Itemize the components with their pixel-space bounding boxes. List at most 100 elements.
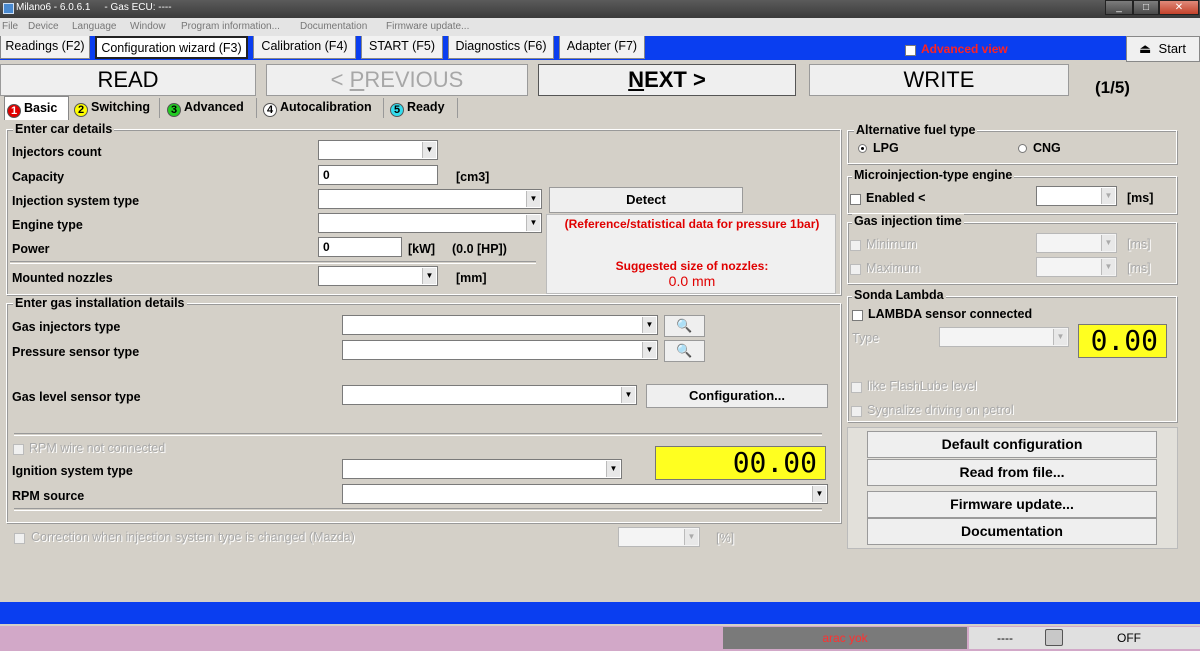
wizard-tab-switching[interactable]: 2 Switching: [72, 98, 160, 118]
tab-start[interactable]: START (F5): [361, 36, 443, 59]
signalize-petrol-checkbox[interactable]: [851, 404, 862, 418]
wizard-tab-advanced[interactable]: 3 Advanced: [165, 98, 257, 118]
rpm-wire-label: RPM wire not connected: [29, 441, 166, 455]
pressure-sensor-type-select[interactable]: ▼: [342, 340, 658, 360]
app-icon: [3, 3, 14, 14]
search-injectors-button[interactable]: 🔍: [664, 315, 705, 337]
configuration-button[interactable]: Configuration...: [646, 384, 828, 408]
minimize-button[interactable]: _: [1105, 0, 1133, 15]
tab-number-badge: 5: [390, 103, 404, 117]
next-button[interactable]: NEXT >: [538, 64, 796, 96]
menu-file[interactable]: File: [2, 21, 18, 32]
cng-radio[interactable]: CNG: [1018, 141, 1061, 155]
capacity-input[interactable]: 0: [318, 165, 438, 185]
advanced-view-checkbox[interactable]: [905, 43, 916, 57]
radio-selected-icon: [858, 144, 867, 154]
maximum-label: Maximum: [866, 261, 921, 275]
tab-readings[interactable]: Readings (F2): [0, 36, 90, 59]
close-button[interactable]: ✕: [1159, 0, 1199, 15]
previous-button[interactable]: < PREVIOUS: [266, 64, 528, 96]
previous-accel-key: P: [349, 67, 365, 92]
read-from-file-button[interactable]: Read from file...: [867, 459, 1157, 486]
minimum-checkbox[interactable]: [850, 238, 861, 252]
gas-injectors-type-select[interactable]: ▼: [342, 315, 658, 335]
menu-bar: File Device Language Window Program info…: [0, 18, 1200, 36]
injectors-count-label: Injectors count: [12, 145, 102, 159]
status-car: arac yok: [723, 627, 967, 649]
lambda-type-label: Type: [852, 331, 880, 345]
suggested-nozzles-label: Suggested size of nozzles:: [615, 259, 769, 273]
firmware-update-button[interactable]: Firmware update...: [867, 491, 1157, 518]
correction-checkbox[interactable]: [14, 531, 25, 545]
cng-label: CNG: [1033, 141, 1061, 155]
maximum-select[interactable]: ▼: [1036, 257, 1117, 277]
rpm-wire-checkbox[interactable]: [13, 442, 24, 456]
flashlube-checkbox[interactable]: [851, 380, 862, 394]
wizard-tab-basic[interactable]: 1 Basic: [4, 96, 69, 120]
documentation-button[interactable]: Documentation: [867, 518, 1157, 545]
eject-icon: ⏏: [1139, 41, 1152, 56]
chevron-down-icon: ▼: [642, 317, 656, 333]
maximum-checkbox[interactable]: [850, 262, 861, 276]
lambda-connected-checkbox[interactable]: [852, 308, 863, 322]
menu-window[interactable]: Window: [130, 21, 166, 32]
chevron-down-icon: ▼: [526, 215, 540, 231]
detect-button[interactable]: Detect: [549, 187, 743, 213]
gas-level-sensor-type-select[interactable]: ▼: [342, 385, 637, 405]
microinjection-select[interactable]: ▼: [1036, 186, 1117, 206]
chevron-down-icon: ▼: [684, 529, 698, 545]
injection-system-type-label: Injection system type: [12, 194, 140, 208]
minimum-select[interactable]: ▼: [1036, 233, 1117, 253]
car-details-title: Enter car details: [13, 122, 115, 136]
mounted-nozzles-select[interactable]: ▼: [318, 266, 438, 286]
ignition-system-type-select[interactable]: ▼: [342, 459, 622, 479]
correction-label: Correction when injection system type is…: [31, 530, 355, 544]
injectors-count-select[interactable]: ▼: [318, 140, 438, 160]
power-unit: [kW]: [408, 242, 436, 256]
lambda-type-select[interactable]: ▼: [939, 327, 1069, 347]
tab-adapter[interactable]: Adapter (F7): [559, 36, 645, 59]
microinjection-unit: [ms]: [1127, 191, 1154, 205]
gas-injectors-type-label: Gas injectors type: [12, 320, 121, 334]
write-button[interactable]: WRITE: [809, 64, 1069, 96]
rpm-source-label: RPM source: [12, 489, 85, 503]
microinjection-enabled-checkbox[interactable]: [850, 192, 861, 206]
lambda-title: Sonda Lambda: [852, 288, 946, 302]
menu-program-information[interactable]: Program information...: [181, 21, 280, 32]
gas-level-sensor-type-label: Gas level sensor type: [12, 390, 141, 404]
divider: [14, 433, 822, 436]
start-button[interactable]: ⏏ Start: [1126, 36, 1200, 62]
status-power: OFF: [1041, 627, 1200, 649]
menu-device[interactable]: Device: [28, 21, 59, 32]
engine-type-select[interactable]: ▼: [318, 213, 542, 233]
next-accel-key: N: [628, 67, 645, 92]
tab-configuration-wizard[interactable]: Configuration wizard (F3): [95, 36, 248, 59]
wizard-tab-autocalibration[interactable]: 4 Autocalibration: [261, 98, 384, 118]
tab-calibration[interactable]: Calibration (F4): [253, 36, 356, 59]
correction-select[interactable]: ▼: [618, 527, 700, 547]
rpm-source-select[interactable]: ▼: [342, 484, 828, 504]
microinjection-title: Microinjection-type engine: [852, 168, 1015, 182]
status-dashes: ----: [969, 627, 1041, 649]
next-rest: EXT >: [644, 67, 706, 92]
read-button[interactable]: READ: [0, 64, 256, 96]
injection-system-type-select[interactable]: ▼: [318, 189, 542, 209]
flashlube-label: like FlashLube level: [867, 379, 977, 393]
menu-firmware-update[interactable]: Firmware update...: [386, 21, 469, 32]
power-label: Power: [12, 242, 50, 256]
injection-time-title: Gas injection time: [852, 214, 964, 228]
lpg-radio[interactable]: LPG: [858, 141, 899, 155]
menu-documentation[interactable]: Documentation: [300, 21, 367, 32]
maximize-button[interactable]: □: [1133, 0, 1159, 15]
lpg-label: LPG: [873, 141, 899, 155]
advanced-view-label: Advanced view: [921, 42, 1008, 56]
wizard-tab-ready[interactable]: 5 Ready: [388, 98, 458, 118]
window-title-bar: Milano6 - 6.0.6.1 - Gas ECU: ----: [0, 0, 1200, 18]
menu-language[interactable]: Language: [72, 21, 117, 32]
tab-diagnostics[interactable]: Diagnostics (F6): [448, 36, 554, 59]
power-input[interactable]: 0: [318, 237, 402, 257]
start-button-label: Start: [1158, 41, 1186, 56]
default-configuration-button[interactable]: Default configuration: [867, 431, 1157, 458]
search-pressure-sensor-button[interactable]: 🔍: [664, 340, 705, 362]
capacity-label: Capacity: [12, 170, 65, 184]
